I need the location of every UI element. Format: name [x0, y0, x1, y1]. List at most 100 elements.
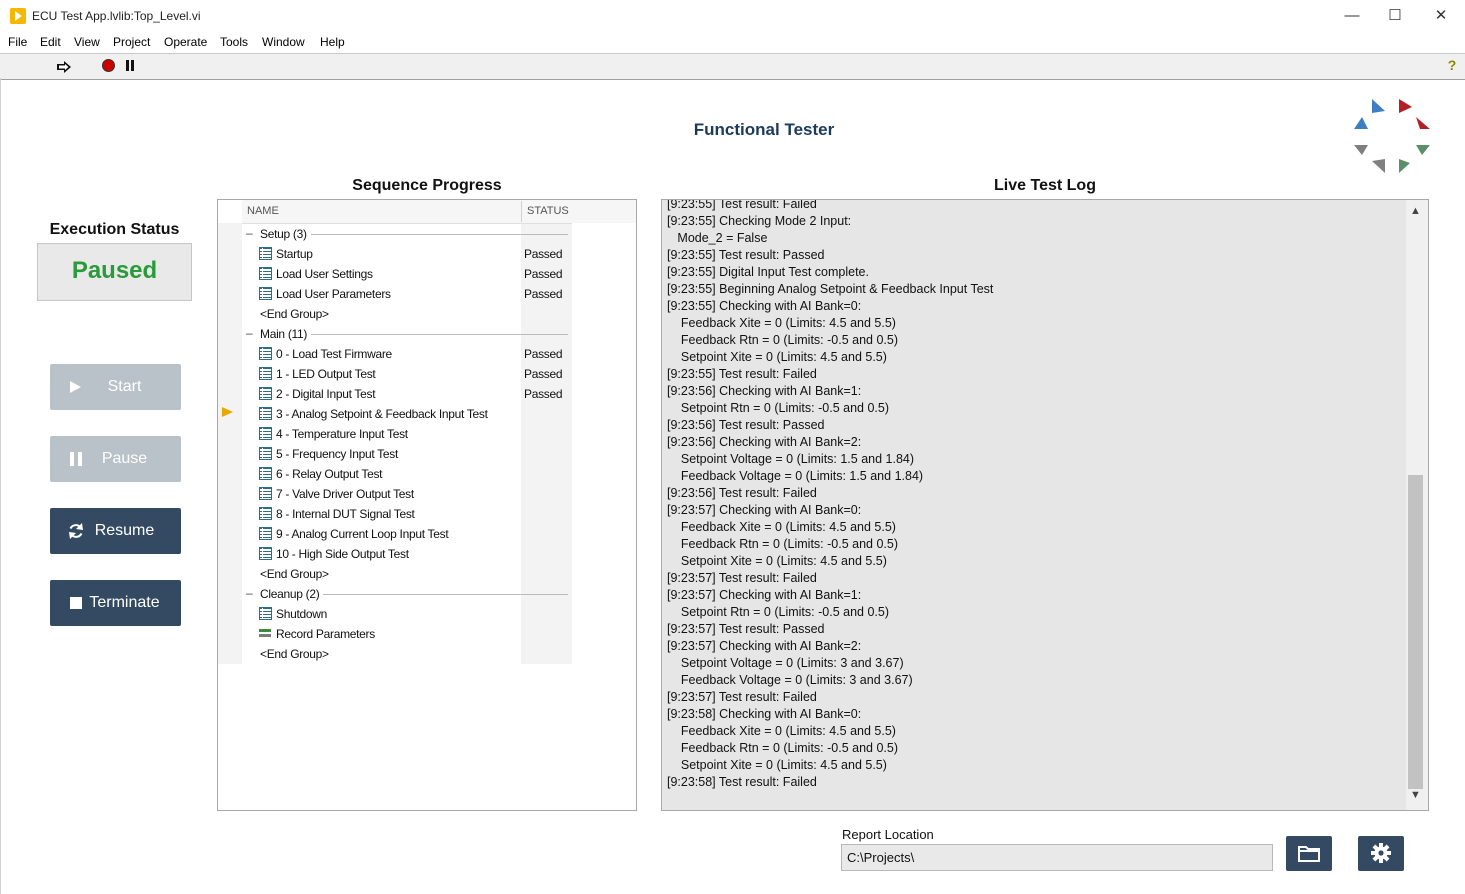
log-line: Feedback Rtn = 0 (Limits: -0.5 and 0.5) — [667, 537, 899, 551]
close-button[interactable]: ✕ — [1418, 4, 1464, 28]
tree-row-name: Main (11) — [260, 327, 308, 341]
log-line: [9:23:56] Checking with AI Bank=2: — [667, 435, 862, 449]
column-header-status[interactable]: STATUS — [527, 205, 569, 217]
log-line: [9:23:57] Test result: Passed — [667, 622, 825, 636]
log-text: [9:23:55] Test result: Failed [9:23:55] C… — [667, 200, 1402, 791]
tree-step-row[interactable]: 9 - Analog Current Loop Input Test — [242, 524, 572, 544]
log-line: Setpoint Rtn = 0 (Limits: -0.5 and 0.5) — [667, 401, 889, 415]
log-line: Mode_2 = False — [667, 231, 768, 245]
test-step-icon — [259, 487, 272, 500]
collapse-toggle-icon[interactable]: – — [246, 223, 253, 243]
log-line: [9:23:55] Digital Input Test complete. — [667, 265, 869, 279]
tree-row-name: Shutdown — [276, 607, 327, 621]
tree-end-group-row[interactable]: <End Group> — [242, 564, 572, 584]
tree-row-name: <End Group> — [260, 567, 329, 581]
test-step-icon — [259, 387, 272, 400]
tree-step-row[interactable]: 10 - High Side Output Test — [242, 544, 572, 564]
test-step-icon — [259, 367, 272, 380]
live-test-log[interactable]: [9:23:55] Test result: Failed [9:23:55] C… — [661, 199, 1429, 811]
help-icon[interactable]: ? — [1445, 57, 1459, 75]
company-logo-icon — [1354, 99, 1430, 173]
test-step-icon — [259, 427, 272, 440]
pause-icon[interactable] — [125, 60, 135, 72]
scroll-down-icon[interactable]: ▼ — [1410, 789, 1421, 801]
tree-row-name: 4 - Temperature Input Test — [276, 427, 408, 441]
maximize-button[interactable]: ☐ — [1372, 4, 1418, 28]
start-button[interactable]: Start — [50, 364, 181, 410]
title-bar — [0, 0, 1465, 32]
tree-step-row[interactable]: 8 - Internal DUT Signal Test — [242, 504, 572, 524]
tree-group-row[interactable]: – Setup (3) — [242, 224, 572, 244]
column-header-name[interactable]: NAME — [247, 205, 279, 217]
tree-step-row[interactable]: Load User Settings Passed — [242, 264, 572, 284]
menu-operate[interactable]: Operate — [164, 35, 207, 49]
test-step-icon — [259, 527, 272, 540]
log-line: [9:23:55] Test result: Failed — [667, 367, 817, 381]
tree-row-name: 7 - Valve Driver Output Test — [276, 487, 414, 501]
tree-step-row[interactable]: 0 - Load Test Firmware Passed — [242, 344, 572, 364]
tree-step-row[interactable]: 6 - Relay Output Test — [242, 464, 572, 484]
scroll-up-icon[interactable]: ▲ — [1410, 205, 1421, 217]
tree-step-row[interactable]: Record Parameters — [242, 624, 572, 644]
group-separator — [311, 334, 568, 335]
tree-row-name: 2 - Digital Input Test — [276, 387, 376, 401]
log-line: [9:23:56] Checking with AI Bank=1: — [667, 384, 862, 398]
menu-edit[interactable]: Edit — [40, 35, 61, 49]
parameter-step-icon — [259, 627, 272, 640]
test-step-icon — [259, 547, 272, 560]
log-line: [9:23:55] Checking Mode 2 Input: — [667, 214, 852, 228]
tree-step-row[interactable]: Load User Parameters Passed — [242, 284, 572, 304]
tree-end-group-row[interactable]: <End Group> — [242, 644, 572, 664]
log-line: Setpoint Voltage = 0 (Limits: 3 and 3.67… — [667, 656, 904, 670]
tree-row-name: 0 - Load Test Firmware — [276, 347, 392, 361]
log-line: [9:23:55] Test result: Passed — [667, 248, 825, 262]
tree-group-row[interactable]: – Main (11) — [242, 324, 572, 344]
menu-project[interactable]: Project — [113, 35, 150, 49]
tree-row-name: Startup — [276, 247, 313, 261]
menu-tools[interactable]: Tools — [220, 35, 248, 49]
tree-row-name: 9 - Analog Current Loop Input Test — [276, 527, 449, 541]
log-line: [9:23:55] Checking with AI Bank=0: — [667, 299, 862, 313]
pause-button-label: Pause — [101, 450, 148, 467]
run-continuously-icon[interactable] — [56, 60, 72, 74]
minimize-button[interactable]: — — [1329, 4, 1375, 28]
tree-step-row[interactable]: 2 - Digital Input Test Passed — [242, 384, 572, 404]
execution-status-heading: Execution Status — [49, 221, 180, 238]
tree-step-row[interactable]: 5 - Frequency Input Test — [242, 444, 572, 464]
menu-help[interactable]: Help — [320, 35, 345, 49]
menu-view[interactable]: View — [74, 35, 100, 49]
tree-step-row[interactable]: 1 - LED Output Test Passed — [242, 364, 572, 384]
terminate-button[interactable]: Terminate — [50, 580, 181, 626]
tree-step-row[interactable]: 4 - Temperature Input Test — [242, 424, 572, 444]
log-line: Feedback Rtn = 0 (Limits: -0.5 and 0.5) — [667, 333, 899, 347]
log-line: Setpoint Xite = 0 (Limits: 4.5 and 5.5) — [667, 758, 887, 772]
tree-step-row[interactable]: 7 - Valve Driver Output Test — [242, 484, 572, 504]
log-line: Feedback Xite = 0 (Limits: 4.5 and 5.5) — [667, 316, 896, 330]
menu-file[interactable]: File — [8, 35, 27, 49]
log-scrollbar-thumb[interactable] — [1408, 475, 1423, 789]
tree-group-row[interactable]: – Cleanup (2) — [242, 584, 572, 604]
column-divider[interactable] — [521, 201, 522, 222]
resume-button[interactable]: Resume — [50, 508, 181, 554]
sequence-progress-heading: Sequence Progress — [352, 177, 502, 194]
browse-folder-button[interactable] — [1286, 836, 1332, 871]
abort-icon[interactable] — [102, 59, 115, 72]
tree-row-status: Passed — [524, 267, 563, 281]
log-line: Setpoint Rtn = 0 (Limits: -0.5 and 0.5) — [667, 605, 889, 619]
pause-button[interactable]: Pause — [50, 436, 181, 482]
collapse-toggle-icon[interactable]: – — [246, 583, 253, 603]
tree-step-row[interactable]: Shutdown — [242, 604, 572, 624]
page-title: Functional Tester — [693, 120, 835, 139]
tree-row-name: 10 - High Side Output Test — [276, 547, 409, 561]
tree-step-row[interactable]: 3 - Analog Setpoint & Feedback Input Tes… — [242, 404, 572, 424]
tree-header-filler — [572, 200, 636, 223]
report-location-input[interactable] — [841, 844, 1273, 871]
test-step-icon — [259, 287, 272, 300]
collapse-toggle-icon[interactable]: – — [246, 323, 253, 343]
labview-app-icon — [10, 8, 26, 24]
tree-step-row[interactable]: Startup Passed — [242, 244, 572, 264]
log-line: Feedback Voltage = 0 (Limits: 1.5 and 1.… — [667, 469, 924, 483]
settings-button[interactable] — [1358, 836, 1404, 871]
menu-window[interactable]: Window — [262, 35, 305, 49]
tree-end-group-row[interactable]: <End Group> — [242, 304, 572, 324]
